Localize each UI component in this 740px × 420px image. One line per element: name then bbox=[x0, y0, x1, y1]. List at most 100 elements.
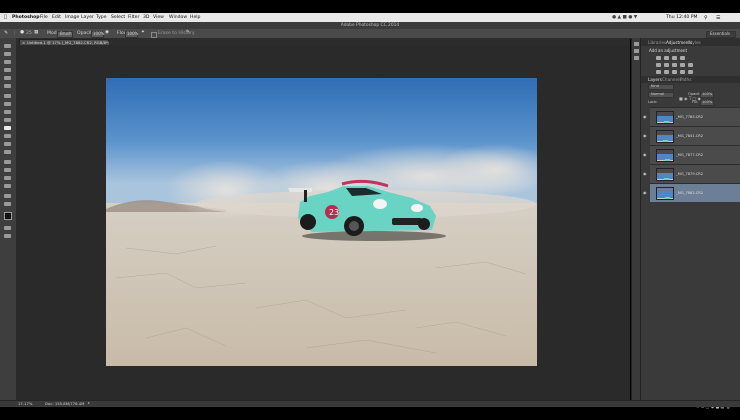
tab-channels[interactable]: Channels bbox=[662, 77, 681, 82]
path-select-tool-icon[interactable] bbox=[4, 176, 11, 180]
document-size[interactable]: Doc: 155.8M/776.4M bbox=[45, 402, 84, 406]
tab-paths[interactable]: Paths bbox=[680, 77, 691, 82]
brush-size-label: 25 bbox=[26, 31, 32, 36]
menu-view[interactable]: View bbox=[153, 15, 164, 20]
visibility-eye-icon[interactable]: ◉ bbox=[643, 191, 647, 195]
selective-color-icon[interactable] bbox=[688, 70, 693, 74]
pressure-size-icon[interactable]: ✎ bbox=[186, 30, 190, 36]
layer-row-selected[interactable]: ◉ _MG_7862.CR2 bbox=[643, 183, 740, 202]
notification-center-icon[interactable]: ☰ bbox=[716, 15, 720, 21]
threshold-icon[interactable] bbox=[672, 70, 677, 74]
clock[interactable]: Thu 12:40 PM bbox=[666, 15, 698, 20]
invert-icon[interactable] bbox=[656, 70, 661, 74]
healing-brush-tool-icon[interactable] bbox=[4, 94, 11, 98]
eraser-tool-icon-active[interactable] bbox=[4, 126, 11, 130]
gradient-tool-icon[interactable] bbox=[4, 134, 11, 138]
layer-row[interactable]: ◉ _MG_7877.CR2 bbox=[643, 145, 740, 164]
brush-preset-icon[interactable]: ● bbox=[20, 30, 24, 36]
mode-select[interactable]: Brush bbox=[57, 31, 73, 38]
menu-type[interactable]: Type bbox=[96, 15, 107, 20]
history-panel-icon[interactable] bbox=[634, 42, 639, 46]
menu-help[interactable]: Help bbox=[190, 15, 200, 20]
layer-filter-icons[interactable]: ■ ◉ T □ ◆ bbox=[679, 85, 709, 101]
airbrush-icon[interactable]: ✦ bbox=[141, 30, 145, 36]
right-panels: Libraries Adjustments Styles Add an adju… bbox=[640, 38, 740, 409]
brightness-contrast-icon[interactable] bbox=[656, 56, 661, 60]
fill-input[interactable]: 100% bbox=[700, 100, 714, 106]
flow-input[interactable]: 100% bbox=[125, 31, 138, 38]
brush-tool-icon[interactable] bbox=[4, 102, 11, 106]
eraser-tool-icon[interactable]: ✎ bbox=[4, 31, 8, 36]
history-brush-tool-icon[interactable] bbox=[4, 118, 11, 122]
color-balance-icon[interactable] bbox=[672, 63, 677, 67]
layer-opacity-input[interactable]: 100% bbox=[700, 92, 714, 98]
menu-filter[interactable]: Filter bbox=[128, 15, 139, 20]
workspace-switcher[interactable]: Essentials bbox=[706, 31, 736, 38]
zoom-tool-icon[interactable] bbox=[4, 202, 11, 206]
crop-tool-icon[interactable] bbox=[4, 76, 11, 80]
marquee-tool-icon[interactable] bbox=[4, 52, 11, 56]
menu-image[interactable]: Image bbox=[65, 15, 79, 20]
layer-row[interactable]: ◉ _MG_7879.CR2 bbox=[643, 164, 740, 183]
brush-panel-icon[interactable]: ▦ bbox=[34, 30, 38, 36]
photo-filter-icon[interactable] bbox=[688, 63, 693, 67]
tab-styles[interactable]: Styles bbox=[688, 40, 701, 45]
top-panel-tabs: Libraries Adjustments Styles bbox=[641, 38, 740, 46]
layer-row[interactable]: ◉ _MG_7841.CR2 bbox=[643, 126, 740, 145]
tools-panel bbox=[0, 38, 17, 400]
brush-presets-panel-icon[interactable] bbox=[634, 56, 639, 60]
layer-row[interactable]: ◉ _MG_7785.CR2 bbox=[643, 107, 740, 126]
quick-mask-icon[interactable] bbox=[4, 226, 11, 230]
visibility-eye-icon[interactable]: ◉ bbox=[643, 115, 647, 119]
curves-icon[interactable] bbox=[672, 56, 677, 60]
gradient-map-icon[interactable] bbox=[680, 70, 685, 74]
hue-saturation-icon[interactable] bbox=[664, 63, 669, 67]
opacity-input[interactable]: 100% bbox=[91, 31, 104, 38]
visibility-eye-icon[interactable]: ◉ bbox=[643, 134, 647, 138]
menu-3d[interactable]: 3D bbox=[143, 15, 149, 20]
blend-mode-select[interactable]: Normal bbox=[648, 92, 674, 98]
menu-edit[interactable]: Edit bbox=[52, 15, 61, 20]
visibility-eye-icon[interactable]: ◉ bbox=[643, 172, 647, 176]
properties-panel-icon[interactable] bbox=[634, 49, 639, 53]
lasso-tool-icon[interactable] bbox=[4, 60, 11, 64]
exposure-icon[interactable] bbox=[680, 56, 685, 60]
layer-name: _MG_7877.CR2 bbox=[676, 153, 704, 157]
vibrance-icon[interactable] bbox=[656, 63, 661, 67]
move-tool-icon[interactable] bbox=[4, 44, 11, 48]
clone-stamp-tool-icon[interactable] bbox=[4, 110, 11, 114]
menu-window[interactable]: Window bbox=[169, 15, 187, 20]
posterize-icon[interactable] bbox=[664, 70, 669, 74]
layer-thumbnail bbox=[656, 168, 674, 181]
foreground-color-swatch[interactable] bbox=[4, 212, 12, 220]
tab-layers[interactable]: Layers bbox=[648, 77, 662, 82]
spotlight-icon[interactable]: ⚲ bbox=[704, 15, 708, 21]
visibility-eye-icon[interactable]: ◉ bbox=[643, 153, 647, 157]
apple-icon[interactable]:  bbox=[4, 15, 7, 20]
eyedropper-tool-icon[interactable] bbox=[4, 84, 11, 88]
pressure-opacity-icon[interactable]: ◉ bbox=[105, 30, 109, 36]
tab-libraries[interactable]: Libraries bbox=[648, 40, 666, 45]
menu-select[interactable]: Select bbox=[111, 15, 125, 20]
menu-file[interactable]: File bbox=[40, 15, 48, 20]
layer-thumbnail bbox=[656, 111, 674, 124]
menu-layer[interactable]: Layer bbox=[81, 15, 94, 20]
lock-icons[interactable]: □ ✎ ✚ ● bbox=[658, 100, 678, 116]
zoom-level[interactable]: 17.17% bbox=[18, 402, 32, 406]
status-icons[interactable]: ● ▲ ■ ● ▼ bbox=[612, 15, 637, 20]
filter-kind-select[interactable]: Kind bbox=[648, 84, 674, 90]
black-white-icon[interactable] bbox=[680, 63, 685, 67]
menu-photoshop[interactable]: Photoshop bbox=[12, 15, 40, 20]
dodge-tool-icon[interactable] bbox=[4, 150, 11, 154]
type-tool-icon[interactable] bbox=[4, 168, 11, 172]
document-canvas-image[interactable]: 23 bbox=[106, 78, 537, 366]
blur-tool-icon[interactable] bbox=[4, 142, 11, 146]
quick-select-tool-icon[interactable] bbox=[4, 68, 11, 72]
hand-tool-icon[interactable] bbox=[4, 194, 11, 198]
shape-tool-icon[interactable] bbox=[4, 184, 11, 188]
screen-mode-icon[interactable] bbox=[4, 234, 11, 238]
status-menu-arrow-icon[interactable]: ▸ bbox=[88, 401, 90, 405]
levels-icon[interactable] bbox=[664, 56, 669, 60]
pen-tool-icon[interactable] bbox=[4, 160, 11, 164]
fill-label: Fill: bbox=[692, 100, 699, 104]
